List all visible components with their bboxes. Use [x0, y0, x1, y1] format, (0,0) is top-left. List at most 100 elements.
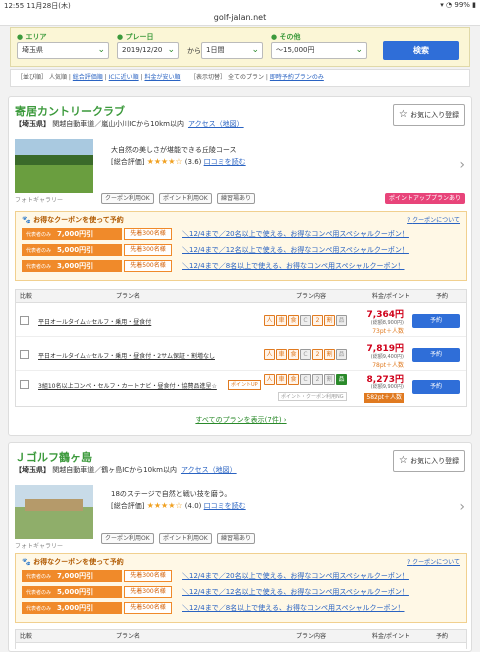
photo-gallery-label[interactable]: フォトギャラリー [15, 541, 93, 550]
coupon-limit: 先着300名様 [124, 570, 172, 582]
compare-checkbox[interactable] [20, 380, 29, 389]
plan-icons: 人車食C2割品 [264, 349, 348, 360]
coupon-amount: 代表者のみ 3,000円引 [22, 602, 122, 614]
self-icon: 人 [264, 374, 275, 385]
course-info: 【埼玉県】 関越自動車道／鶴ヶ島ICから10km以内 アクセス（地図） [15, 466, 237, 474]
plan-table-header: 比較 プラン名 プラン内容 料金/ポイント 予約 [16, 290, 466, 303]
compare-checkbox[interactable] [20, 316, 29, 325]
no-extra-icon: 割 [324, 374, 335, 385]
table-row: 3組10名以上コンペ・セルフ・カートナビ・昼食付・協賛品進呈☆ ポイントUP 人… [16, 372, 466, 406]
self-icon: 人 [264, 349, 275, 360]
review-link[interactable]: 口コミを読む [204, 502, 246, 510]
sort-prefix: ［並び順］ [17, 74, 48, 81]
coupon-link[interactable]: ＼12/4まで／12名以上で使える、お得なコンペ用スペシャルクーポン！ [182, 244, 409, 256]
course-info: 【埼玉県】 関越自動車道／嵐山小川ICから10km以内 アクセス（地図） [15, 120, 244, 128]
coupon-heading: 🐾 お得なクーポンを使って予約 [22, 558, 124, 566]
reserve-button[interactable]: 予約 [412, 314, 460, 328]
plan-total: (総額8,900円) [370, 320, 404, 326]
plan-icons: 人車食C2割品 [264, 315, 348, 326]
coupon-link[interactable]: ＼12/4まで／12名以上で使える、お得なコンペ用スペシャルクーポン！ [182, 586, 409, 598]
meal-icon: 食 [288, 374, 299, 385]
course-rating: [総合評価] ★★★★☆ (4.0) 口コミを読む [111, 501, 246, 510]
col-content: プラン内容 [296, 633, 327, 640]
reserve-button[interactable]: 予約 [412, 380, 460, 394]
chevron-right-icon[interactable]: › [459, 157, 465, 173]
coupon-link[interactable]: ＼12/4まで／20名以上で使える、お得なコンペ用スペシャルクーポン！ [182, 570, 409, 582]
sort-bar: ［並び順］ 人気順 | 総合評価順 | ICに近い順 | 料金が安い順 ［表示切… [10, 69, 470, 87]
sort-rating-link[interactable]: 総合評価順 [73, 74, 103, 81]
coupon-amount: 代表者のみ 5,000円引 [22, 244, 122, 256]
days-select[interactable]: 1日間 ⌄ [201, 42, 263, 59]
tag-coupon: クーポン利用OK [101, 533, 154, 544]
col-reserve: 予約 [436, 633, 449, 640]
favorite-button[interactable]: ☆ お気に入り登録 [393, 104, 465, 126]
sort-ic-link[interactable]: ICに近い順 [109, 74, 139, 81]
status-time: 12:55 11月28日(木) [4, 2, 71, 10]
display-prefix: ［表示切替］ [190, 74, 227, 81]
plan-name-link[interactable]: 平日オールタイム☆セルフ・乗用・昼食付 [38, 317, 151, 326]
coupon-heading: 🐾 お得なクーポンを使って予約 [22, 216, 124, 224]
photo-gallery-label[interactable]: フォトギャラリー [15, 195, 93, 204]
url-bar[interactable]: golf-jalan.net [0, 11, 480, 26]
chevron-down-icon: ⌄ [251, 45, 259, 55]
plan-points: 73pt＋人数 [372, 328, 404, 335]
favorite-button[interactable]: ☆ お気に入り登録 [393, 450, 465, 472]
col-price: 料金/ポイント [372, 293, 411, 300]
coupon-limit: 先着500名様 [124, 260, 172, 272]
date-select[interactable]: 2019/12/20 ⌄ [117, 42, 179, 59]
plan-total: (総額9,400円) [370, 354, 404, 360]
meal-icon: 食 [288, 349, 299, 360]
caddie-icon: C [300, 349, 311, 360]
search-button[interactable]: 検索 [383, 41, 459, 60]
other-label: ● その他 [271, 33, 301, 41]
tag-range: 練習場あり [217, 533, 256, 544]
coupon-amount: 代表者のみ 7,000円引 [22, 228, 122, 240]
course-card: Ｊゴルフ鶴ヶ島 【埼玉県】 関越自動車道／鶴ヶ島ICから10km以内 アクセス（地… [8, 442, 472, 652]
course-photo[interactable] [15, 485, 93, 539]
coupon-about-link[interactable]: ? クーポンについて [407, 215, 460, 224]
table-row: 平日オールタイム☆セルフ・乗用・昼食付 人車食C2割品 7,364円 (総額8,… [16, 304, 466, 337]
tag-coupon: クーポン利用OK [101, 193, 154, 204]
area-label: ● エリア [17, 33, 47, 41]
col-compare: 比較 [20, 633, 33, 640]
course-photo[interactable] [15, 139, 93, 193]
all-plans-link[interactable]: すべてのプランを表示(7件) › [9, 415, 473, 425]
compare-checkbox[interactable] [20, 350, 29, 359]
two-some-icon: 2 [312, 374, 323, 385]
two-some-icon: 2 [312, 349, 323, 360]
area-select[interactable]: 埼玉県 ⌄ [17, 42, 109, 59]
access-link[interactable]: アクセス（地図） [181, 466, 237, 474]
coupon-link[interactable]: ＼12/4まで／8名以上で使える、お得なコンペ用スペシャルクーポン！ [182, 602, 404, 614]
course-name[interactable]: Ｊゴルフ鶴ヶ島 [15, 449, 92, 465]
status-battery: ▾ ◔ 99% ▮ [440, 1, 476, 9]
course-description: 大自然の美しさが堪能できる丘陵コース [111, 146, 237, 154]
review-link[interactable]: 口コミを読む [204, 158, 246, 166]
course-rating: [総合評価] ★★★★☆ (3.6) 口コミを読む [111, 157, 246, 166]
table-row: 平日オールタイム☆セルフ・乗用・昼食付・2サム保証・割増なし 人車食C2割品 7… [16, 338, 466, 371]
plan-name-link[interactable]: 3組10名以上コンペ・セルフ・カートナビ・昼食付・協賛品進呈☆ [38, 381, 217, 390]
course-card: 寄居カントリークラブ 【埼玉県】 関越自動車道／嵐山小川ICから10km以内 アク… [8, 96, 472, 436]
tag-point: ポイント利用OK [159, 193, 212, 204]
reserve-button[interactable]: 予約 [412, 348, 460, 362]
point-coupon-ng: ポイント・クーポン利用NG [278, 392, 347, 401]
plan-points: 582pt＋人数 [364, 393, 404, 403]
star-icon: ☆ [398, 109, 408, 120]
access-link[interactable]: アクセス（地図） [188, 120, 244, 128]
search-panel: ● エリア 埼玉県 ⌄ ● プレー日 2019/12/20 ⌄ から 1日間 ⌄ ● … [10, 27, 470, 67]
sort-current: 人気順 [48, 74, 67, 81]
display-instant-link[interactable]: 即時予約プランのみ [270, 74, 324, 81]
other-select[interactable]: 〜15,000円 ⌄ [271, 42, 367, 59]
coupon-link[interactable]: ＼12/4まで／20名以上で使える、お得なコンペ用スペシャルクーポン！ [182, 228, 409, 240]
caddie-icon: C [300, 315, 311, 326]
coupon-about-link[interactable]: ? クーポンについて [407, 557, 460, 566]
sort-price-link[interactable]: 料金が安い順 [144, 74, 180, 81]
point-up-badge: ポイントUP [228, 380, 261, 390]
coupon-link[interactable]: ＼12/4まで／8名以上で使える、お得なコンペ用スペシャルクーポン！ [182, 260, 404, 272]
two-some-icon: 2 [312, 315, 323, 326]
coupon-amount: 代表者のみ 3,000円引 [22, 260, 122, 272]
course-name[interactable]: 寄居カントリークラブ [15, 103, 125, 119]
coupon-limit: 先着500名様 [124, 602, 172, 614]
plan-name-link[interactable]: 平日オールタイム☆セルフ・乗用・昼食付・2サム保証・割増なし [38, 351, 215, 360]
chevron-right-icon[interactable]: › [459, 499, 465, 515]
plan-table: 比較 プラン名 プラン内容 料金/ポイント 予約 平日オールタイム☆セルフ・乗用… [15, 289, 467, 407]
